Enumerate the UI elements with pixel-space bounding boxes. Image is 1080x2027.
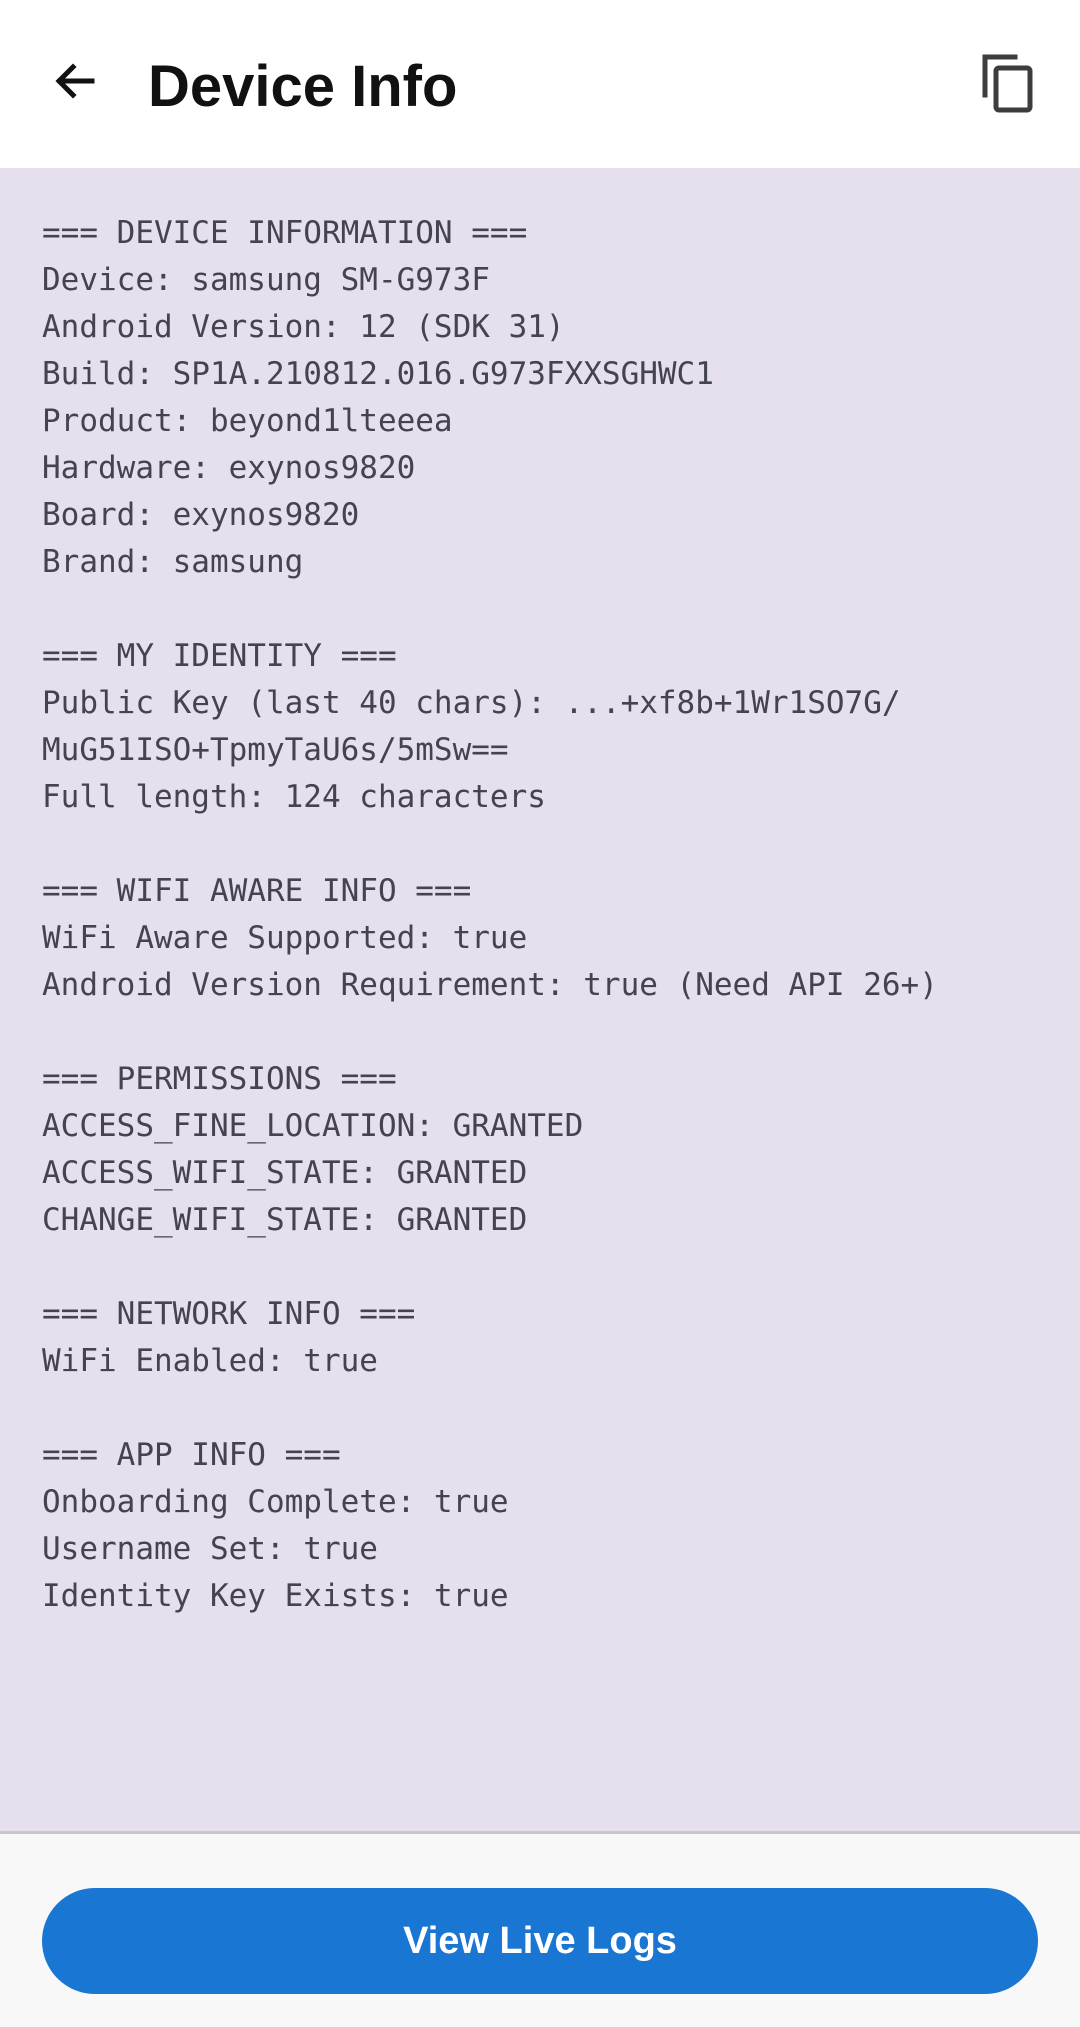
info-line: Brand: samsung xyxy=(42,544,304,580)
info-line: ACCESS_FINE_LOCATION: GRANTED xyxy=(42,1108,584,1144)
info-line xyxy=(42,1385,938,1432)
info-line xyxy=(42,1009,938,1056)
info-line: Product: beyond1lteeea xyxy=(42,403,453,439)
info-line: === APP INFO === xyxy=(42,1437,341,1473)
info-line: MuG51ISO+TpmyTaU6s/5mSw== xyxy=(42,732,509,768)
info-line: WiFi Enabled: true xyxy=(42,1343,378,1379)
device-info-panel: === DEVICE INFORMATION === Device: samsun… xyxy=(0,168,1080,1831)
back-button[interactable] xyxy=(34,40,116,122)
copy-icon xyxy=(982,54,1033,113)
info-line: Android Version Requirement: true (Need … xyxy=(42,967,938,1003)
info-line: Hardware: exynos9820 xyxy=(42,450,416,486)
info-line: Build: SP1A.210812.016.G973FXXSGHWC1 xyxy=(42,356,714,392)
info-line: === MY IDENTITY === xyxy=(42,638,397,674)
copy-button[interactable] xyxy=(966,42,1048,124)
info-line: === WIFI AWARE INFO === xyxy=(42,873,472,909)
info-line: WiFi Aware Supported: true xyxy=(42,920,528,956)
device-info-text: === DEVICE INFORMATION === Device: samsun… xyxy=(42,210,938,1620)
info-line: Full length: 124 characters xyxy=(42,779,546,815)
info-line: === DEVICE INFORMATION === xyxy=(42,215,528,251)
info-line xyxy=(42,821,938,868)
info-line: === NETWORK INFO === xyxy=(42,1296,416,1332)
arrow-back-icon xyxy=(55,63,95,99)
info-line: ACCESS_WIFI_STATE: GRANTED xyxy=(42,1155,528,1191)
info-line: CHANGE_WIFI_STATE: GRANTED xyxy=(42,1202,528,1238)
info-line: Board: exynos9820 xyxy=(42,497,360,533)
info-line: Identity Key Exists: true xyxy=(42,1578,509,1614)
info-line: === PERMISSIONS === xyxy=(42,1061,397,1097)
info-line xyxy=(42,586,938,633)
info-line: Device: samsung SM-G973F xyxy=(42,262,490,298)
info-line: Username Set: true xyxy=(42,1531,378,1567)
info-line: Android Version: 12 (SDK 31) xyxy=(42,309,565,345)
info-line xyxy=(42,1244,938,1291)
view-live-logs-button[interactable]: View Live Logs xyxy=(42,1888,1038,1994)
info-line: Public Key (last 40 chars): ...+xf8b+1Wr… xyxy=(42,685,901,721)
page-title: Device Info xyxy=(148,54,458,119)
top-app-bar: Device Info xyxy=(0,0,1080,168)
info-line: Onboarding Complete: true xyxy=(42,1484,509,1520)
bottom-bar: View Live Logs xyxy=(0,1831,1080,2027)
